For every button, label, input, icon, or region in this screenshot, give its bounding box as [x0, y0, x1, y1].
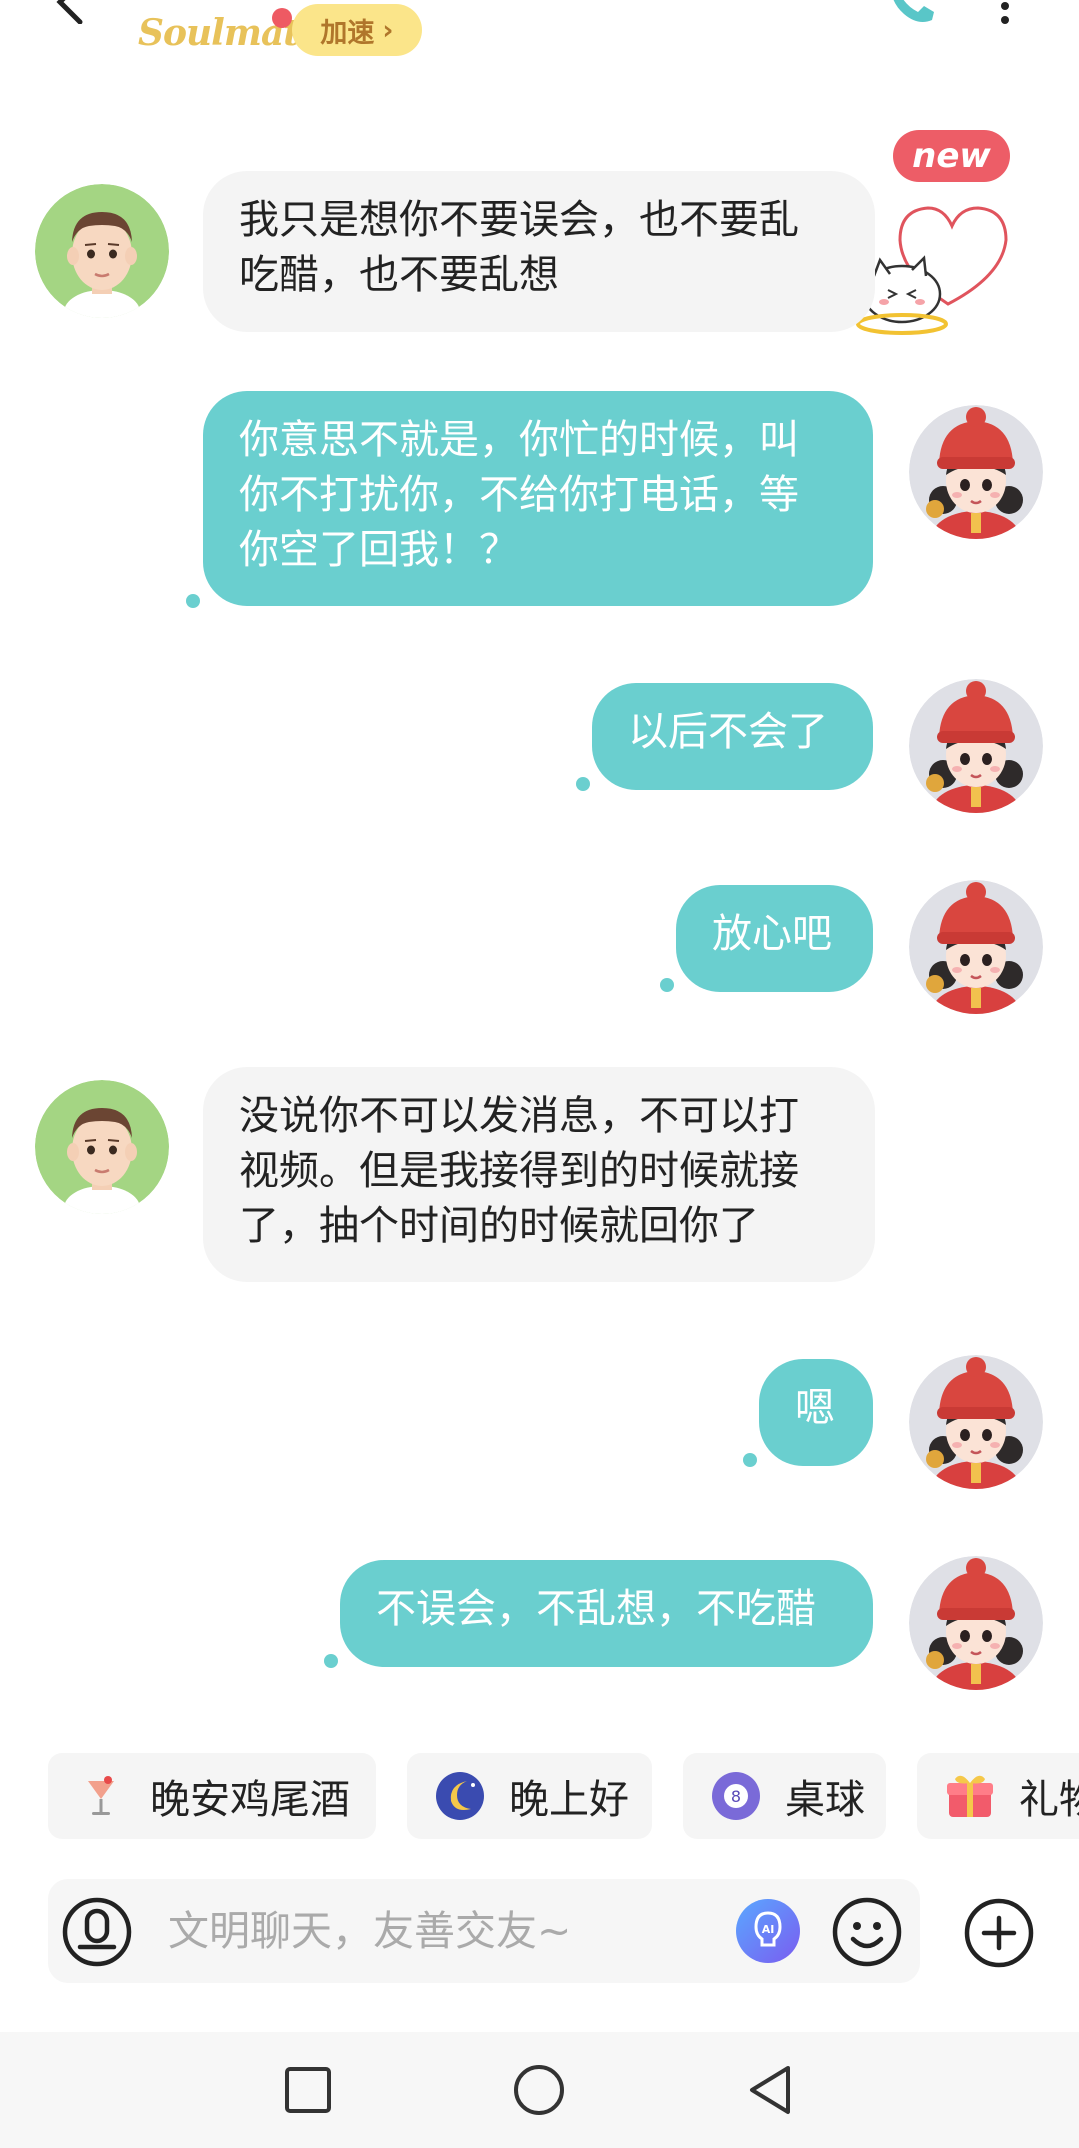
chip-label: 晚安鸡尾酒: [150, 1777, 350, 1823]
recent-apps-icon[interactable]: [280, 2062, 336, 2118]
ai-assistant-icon[interactable]: AI: [734, 1897, 802, 1965]
chat-header: Soulmate 加速 ›: [0, 0, 1079, 80]
bubble-tail: [186, 594, 200, 608]
my-avatar[interactable]: [909, 405, 1043, 539]
cocktail-icon: [88, 1776, 114, 1815]
system-nav-bar: [0, 2032, 1079, 2148]
bubble-tail: [576, 777, 590, 791]
my-avatar[interactable]: [909, 880, 1043, 1014]
plus-icon[interactable]: [964, 1898, 1034, 1968]
svg-text:AI: AI: [762, 1923, 775, 1936]
speed-up-label: 加速: [320, 17, 375, 49]
speed-up-button[interactable]: 加速 ›: [292, 4, 422, 56]
notification-dot: [272, 8, 292, 28]
chip-label: 桌球: [785, 1777, 865, 1823]
message-input[interactable]: [168, 1879, 728, 1983]
chip-label: 礼物: [1019, 1777, 1079, 1823]
message-line: 你空了回我！？: [239, 527, 519, 573]
bubble-tail: [660, 978, 674, 992]
message-bubble-outgoing[interactable]: 以后不会了: [592, 683, 873, 790]
message-line: 吃醋，也不要乱想: [239, 252, 559, 298]
contact-avatar[interactable]: [35, 184, 169, 318]
message-line: 我只是想你不要误会，也不要乱: [239, 197, 799, 243]
message-bubble-incoming[interactable]: 我只是想你不要误会，也不要乱 吃醋，也不要乱想: [203, 171, 875, 332]
gift-icon: [947, 1775, 993, 1817]
more-vertical-icon[interactable]: [995, 0, 1015, 30]
back-arrow-icon[interactable]: [46, 0, 90, 24]
my-avatar[interactable]: [909, 1355, 1043, 1489]
chip-good-evening[interactable]: 晚上好: [407, 1753, 652, 1839]
heart-cat-sticker-icon[interactable]: [852, 186, 1022, 346]
message-input-bar: AI: [48, 1879, 920, 1983]
nav-back-icon[interactable]: [742, 2062, 798, 2118]
chip-cocktail[interactable]: 晚安鸡尾酒: [48, 1753, 376, 1839]
message-line: 没说你不可以发消息，不可以打: [239, 1093, 799, 1139]
chip-gift[interactable]: 礼物: [917, 1753, 1079, 1839]
moon-icon: [436, 1772, 484, 1820]
bubble-tail: [743, 1453, 757, 1467]
contact-avatar[interactable]: [35, 1080, 169, 1214]
message-line: 以后不会了: [628, 709, 828, 755]
message-line: 你不打扰你，不给你打电话，等: [239, 472, 799, 518]
home-icon[interactable]: [511, 2062, 567, 2118]
message-line: 放心吧: [712, 911, 832, 957]
chevron-right-icon: ›: [382, 14, 394, 46]
billiard-ball-icon: 8: [712, 1772, 760, 1820]
new-badge: new: [893, 130, 1010, 182]
message-line: 不误会，不乱想，不吃醋: [376, 1586, 816, 1632]
bubble-tail: [324, 1654, 338, 1668]
chip-label: 晚上好: [509, 1777, 629, 1823]
chip-billiards[interactable]: 8 桌球: [683, 1753, 886, 1839]
message-line: 嗯: [795, 1385, 835, 1431]
phone-icon[interactable]: [880, 0, 940, 30]
voice-icon[interactable]: [62, 1897, 132, 1967]
my-avatar[interactable]: [909, 679, 1043, 813]
message-bubble-outgoing[interactable]: 放心吧: [676, 885, 873, 992]
message-line: 你意思不就是，你忙的时候，叫: [239, 417, 799, 463]
my-avatar[interactable]: [909, 1556, 1043, 1690]
svg-text:8: 8: [731, 1787, 741, 1806]
message-line: 了，抽个时间的时候就回你了: [239, 1203, 759, 1249]
message-bubble-outgoing[interactable]: 不误会，不乱想，不吃醋: [340, 1560, 873, 1667]
message-bubble-incoming[interactable]: 没说你不可以发消息，不可以打 视频。但是我接得到的时候就接 了，抽个时间的时候就…: [203, 1067, 875, 1282]
message-line: 视频。但是我接得到的时候就接: [239, 1148, 799, 1194]
message-bubble-outgoing[interactable]: 嗯: [759, 1359, 873, 1466]
emoji-icon[interactable]: [832, 1897, 902, 1967]
message-bubble-outgoing[interactable]: 你意思不就是，你忙的时候，叫 你不打扰你，不给你打电话，等 你空了回我！？: [203, 391, 873, 606]
quick-reply-chips: 晚安鸡尾酒 晚上好 8 桌球 礼物: [48, 1753, 1079, 1839]
